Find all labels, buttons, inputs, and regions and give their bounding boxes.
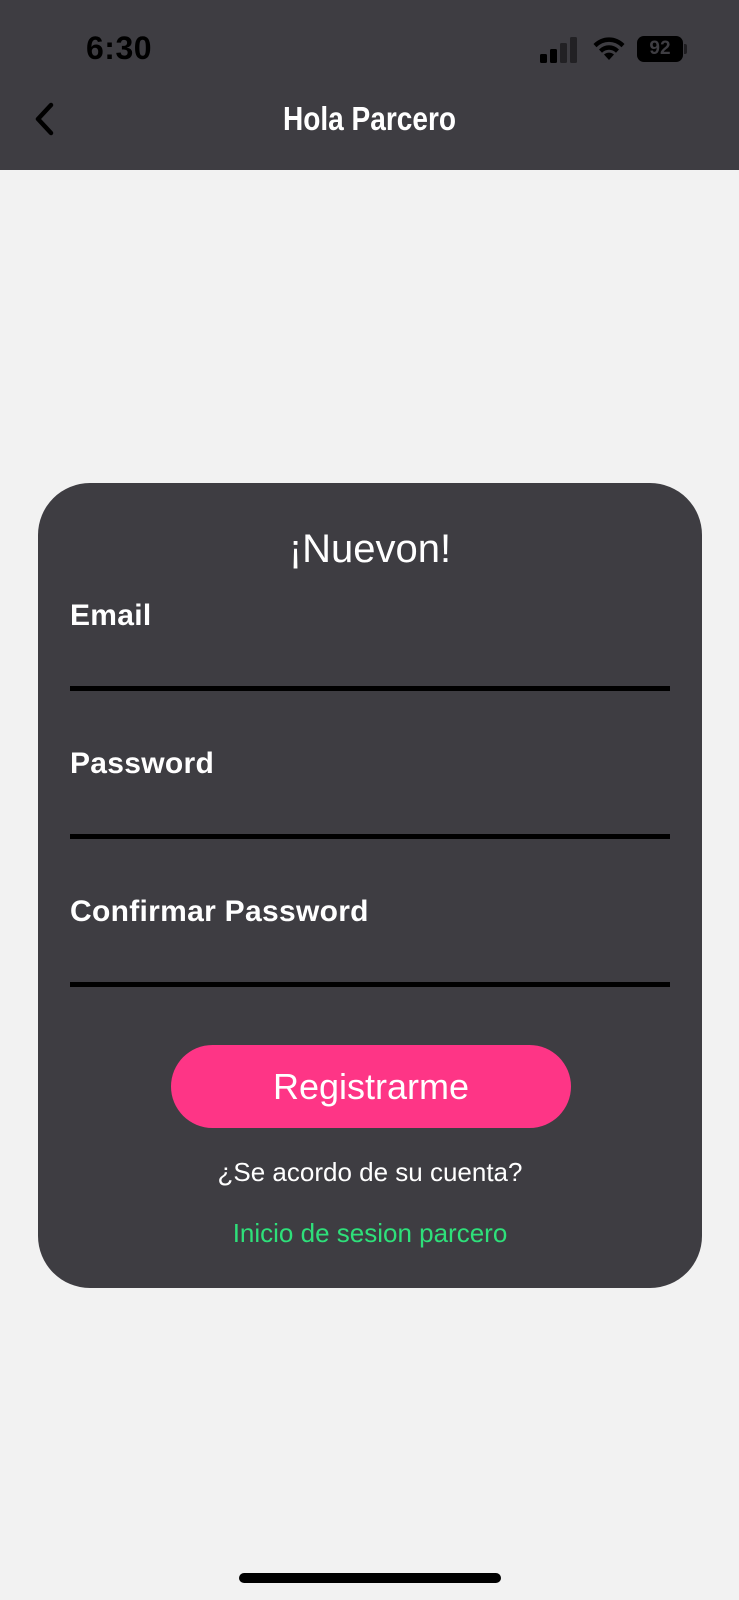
- card-title: ¡Nuevon!: [288, 527, 452, 571]
- home-indicator[interactable]: [239, 1573, 501, 1583]
- email-label: Email: [70, 599, 152, 632]
- app-screen: 6:30 92 Hola Parcero ¡Nuevon! Email Pass…: [0, 0, 739, 1600]
- battery-body: 92: [637, 36, 683, 62]
- chevron-left-icon: [35, 102, 54, 136]
- account-question: ¿Se acordo de su cuenta?: [217, 1157, 523, 1187]
- password-label: Password: [70, 747, 215, 780]
- battery-tip: [684, 44, 687, 54]
- battery-level: 92: [649, 38, 671, 59]
- password-field[interactable]: [70, 793, 670, 839]
- confirm-password-field-group: Confirmar Password: [70, 895, 670, 987]
- confirm-password-label: Confirmar Password: [70, 895, 369, 928]
- register-button[interactable]: Registrarme: [171, 1045, 571, 1128]
- confirm-password-field[interactable]: [70, 941, 670, 987]
- status-time: 6:30: [86, 30, 153, 66]
- wifi-icon: [593, 37, 625, 60]
- password-field-group: Password: [70, 747, 670, 839]
- cellular-signal-icon: [540, 37, 577, 63]
- login-link[interactable]: Inicio de sesion parcero: [38, 1218, 702, 1249]
- battery-icon: 92: [637, 36, 687, 62]
- top-bar: 6:30 92 Hola Parcero: [0, 0, 739, 170]
- email-field-group: Email: [70, 599, 670, 691]
- register-card: ¡Nuevon! Email Password Confirmar Passwo…: [38, 483, 702, 1288]
- page-title: Hola Parcero: [282, 100, 457, 137]
- email-field[interactable]: [70, 645, 670, 691]
